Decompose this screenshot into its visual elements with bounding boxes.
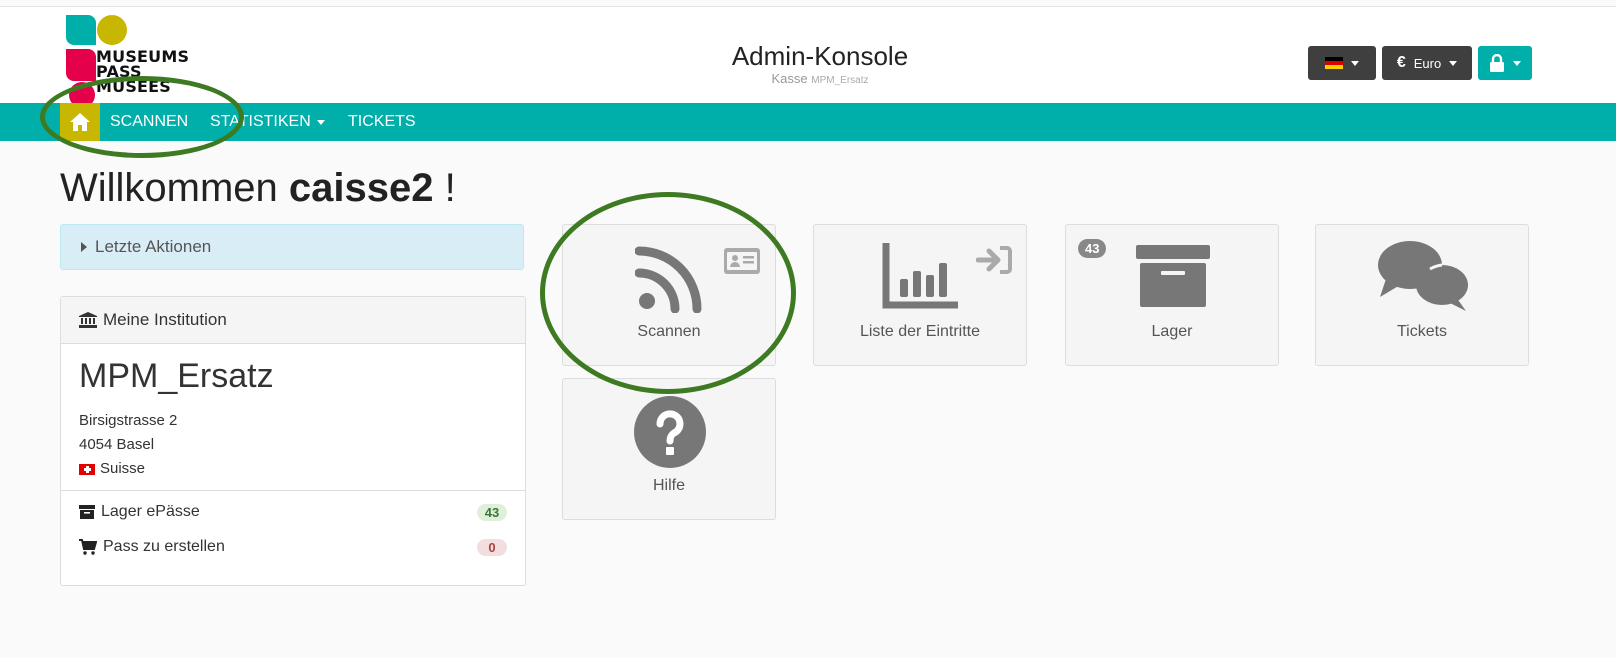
account-lock-button[interactable]: [1478, 46, 1532, 80]
tile-tickets[interactable]: Tickets: [1315, 224, 1529, 366]
tile-liste-der-eintritte[interactable]: Liste der Eintritte: [813, 224, 1027, 366]
language-dropdown-button[interactable]: [1308, 46, 1376, 80]
page-header: Admin-Konsole Kasse MPM_Ersatz: [620, 41, 1020, 89]
institution-address: Birsigstrasse 2 4054 Basel Suisse: [79, 409, 177, 481]
caret-right-icon: [81, 242, 87, 252]
institution-panel: Meine Institution MPM_Ersatz Birsigstras…: [60, 296, 526, 586]
institution-icon: [79, 312, 97, 328]
recent-actions-label: Letzte Aktionen: [95, 237, 212, 256]
caret-down-icon: [1513, 60, 1521, 66]
address-street: Birsigstrasse 2: [79, 412, 178, 429]
annotation-ellipse-scan-tile: [540, 192, 796, 394]
institution-panel-header: Meine Institution: [61, 297, 525, 344]
cart-icon: [79, 539, 97, 555]
institution-name: MPM_Ersatz: [79, 357, 274, 395]
caret-down-icon: [1351, 60, 1359, 66]
header: MUSEUMS PASS MUSEES Admin-Konsole Kasse …: [0, 7, 1616, 108]
institution-panel-title: Meine Institution: [103, 310, 227, 329]
comments-icon: [1378, 241, 1468, 311]
nav-tickets[interactable]: TICKETS: [348, 103, 416, 141]
stat-count-badge: 0: [477, 538, 507, 556]
username: caisse2: [288, 166, 434, 210]
archive-icon: [79, 505, 95, 519]
lager-count-badge: 43: [1078, 239, 1107, 258]
stat-count-badge: 43: [477, 503, 507, 521]
euro-icon: €: [1396, 54, 1406, 71]
page-title: Admin-Konsole: [731, 41, 909, 71]
address-city: 4054 Basel: [79, 436, 155, 453]
currency-dropdown-button[interactable]: € Euro: [1382, 46, 1472, 80]
page-subtitle: Kasse MPM_Ersatz: [771, 71, 869, 86]
flag-de-icon: [1325, 57, 1343, 69]
recent-actions-toggle[interactable]: Letzte Aktionen: [60, 224, 524, 270]
stat-label: Pass zu erstellen: [103, 538, 225, 555]
tile-hilfe[interactable]: Hilfe: [562, 378, 776, 520]
bar-chart-icon: [882, 243, 958, 309]
tile-lager[interactable]: 43 Lager: [1065, 224, 1279, 366]
stat-lager-epaesse[interactable]: Lager ePässe 43: [79, 503, 507, 521]
lock-icon: [1490, 54, 1504, 72]
caret-down-icon: [316, 119, 325, 125]
tile-label: Tickets: [1396, 323, 1448, 340]
question-icon: [634, 396, 706, 468]
stat-label: Lager ePässe: [101, 503, 200, 520]
flag-ch-icon: [79, 463, 95, 475]
welcome-heading: Willkommen caisse2 !: [60, 166, 456, 210]
archive-icon: [1136, 245, 1210, 307]
divider: [61, 490, 525, 491]
tile-label: Lager: [1151, 323, 1193, 340]
currency-label: Euro: [1413, 55, 1442, 71]
sign-in-icon: [976, 246, 1012, 274]
tile-label: Hilfe: [652, 477, 685, 494]
caret-down-icon: [1449, 60, 1458, 66]
stat-pass-zu-erstellen[interactable]: Pass zu erstellen 0: [79, 538, 507, 556]
annotation-ellipse-nav: [40, 76, 244, 158]
tile-label: Liste der Eintritte: [859, 323, 981, 340]
address-country: Suisse: [79, 457, 177, 481]
